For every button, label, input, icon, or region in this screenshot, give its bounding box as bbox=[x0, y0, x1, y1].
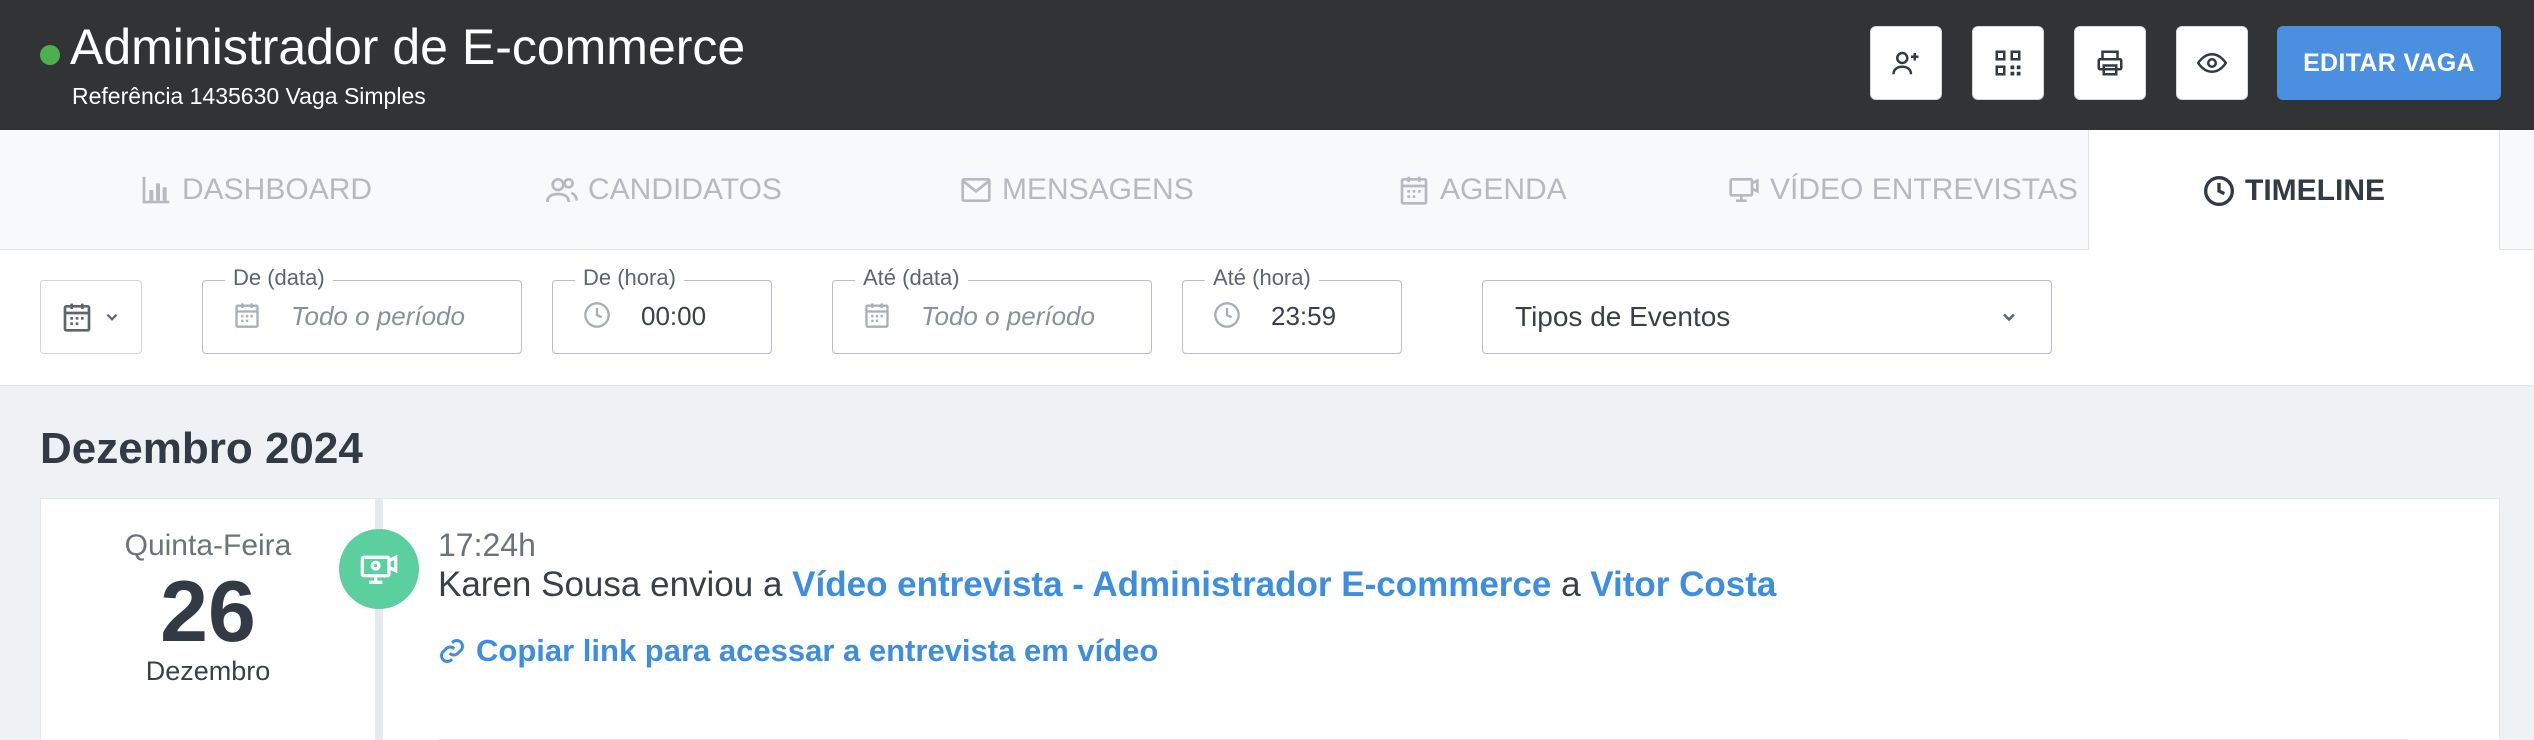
link-icon bbox=[440, 639, 464, 663]
video-interview-icon bbox=[1729, 178, 1759, 202]
envelope-icon bbox=[961, 178, 991, 202]
tab-label: DASHBOARD bbox=[182, 173, 373, 206]
event-actor: Karen Sousa bbox=[438, 565, 641, 604]
copy-interview-link[interactable]: Copiar link para acessar a entrevista em… bbox=[438, 633, 1158, 669]
to-time-field[interactable]: Até (hora) bbox=[1182, 265, 1402, 354]
event-time: 17:24h bbox=[438, 527, 536, 563]
event-verb: enviou a bbox=[640, 565, 793, 604]
from-time-field[interactable]: De (hora) bbox=[552, 265, 772, 354]
video-interview-icon bbox=[360, 554, 398, 584]
tab-label: MENSAGENS bbox=[1002, 173, 1194, 206]
tab-agenda[interactable]: AGENDA bbox=[1398, 130, 1567, 250]
field-label: De (data) bbox=[225, 265, 333, 291]
tab-timeline[interactable]: TIMELINE bbox=[2088, 130, 2500, 251]
event-description: Karen Sousa enviou a Vídeo entrevista - … bbox=[438, 565, 1776, 605]
calendar-icon bbox=[865, 303, 889, 328]
date-preset-dropdown[interactable] bbox=[40, 280, 142, 354]
event-conjunction: a bbox=[1551, 565, 1591, 604]
month-heading: Dezembro 2024 bbox=[40, 424, 363, 473]
job-title: Administrador de E-commerce bbox=[70, 19, 746, 75]
status-indicator bbox=[40, 45, 60, 65]
clock-icon bbox=[584, 302, 610, 328]
from-date-input[interactable] bbox=[291, 301, 491, 332]
to-date-field[interactable]: Até (data) bbox=[832, 265, 1152, 354]
from-time-input[interactable] bbox=[641, 301, 751, 332]
select-value: Tipos de Eventos bbox=[1515, 301, 1731, 332]
chevron-down-icon bbox=[106, 313, 118, 321]
qr-code-icon bbox=[1995, 50, 2021, 76]
tab-bar: DASHBOARD CANDIDATOS MENSAGENS AGENDA VÍ… bbox=[0, 130, 2534, 251]
event-types-select[interactable]: Tipos de Eventos bbox=[1482, 280, 2052, 354]
print-icon bbox=[2097, 50, 2123, 76]
field-label: Até (data) bbox=[855, 265, 968, 291]
tab-label: TIMELINE bbox=[2245, 173, 2385, 207]
timeline-entry: Quinta-Feira 26 Dezembro 17:24h Karen So… bbox=[40, 498, 2500, 740]
job-reference: Referência 1435630 Vaga Simples bbox=[72, 83, 426, 109]
entry-weekday: Quinta-Feira bbox=[124, 529, 292, 562]
add-candidate-button[interactable] bbox=[1870, 26, 1942, 100]
tab-candidates[interactable]: CANDIDATOS bbox=[546, 130, 782, 250]
tab-video-interviews[interactable]: VÍDEO ENTREVISTAS bbox=[1728, 130, 2078, 250]
bar-chart-icon bbox=[142, 176, 170, 204]
calendar-icon bbox=[63, 303, 91, 332]
field-label: De (hora) bbox=[575, 265, 684, 291]
users-icon bbox=[546, 178, 578, 203]
to-date-input[interactable] bbox=[921, 301, 1121, 332]
candidate-link[interactable]: Vitor Costa bbox=[1590, 565, 1776, 604]
entry-date: Quinta-Feira 26 Dezembro bbox=[41, 499, 375, 740]
tab-label: AGENDA bbox=[1440, 173, 1567, 206]
preview-button[interactable] bbox=[2176, 26, 2248, 100]
eye-icon bbox=[2197, 52, 2227, 74]
calendar-icon bbox=[235, 303, 259, 328]
qr-code-button[interactable] bbox=[1972, 26, 2044, 100]
filter-bar: De (data) De (hora) Até (data) Até (hora… bbox=[0, 250, 2534, 386]
event-type-badge bbox=[339, 529, 419, 609]
chevron-down-icon bbox=[2003, 313, 2015, 322]
from-date-field[interactable]: De (data) bbox=[202, 265, 522, 354]
entry-month: Dezembro bbox=[145, 656, 271, 686]
clock-icon bbox=[1214, 302, 1240, 328]
tab-label: VÍDEO ENTREVISTAS bbox=[1770, 173, 2078, 206]
entry-day: 26 bbox=[160, 564, 256, 660]
interview-link[interactable]: Vídeo entrevista - Administrador E-comme… bbox=[792, 565, 1551, 604]
to-time-input[interactable] bbox=[1271, 301, 1381, 332]
tab-label: CANDIDATOS bbox=[588, 173, 782, 206]
print-button[interactable] bbox=[2074, 26, 2146, 100]
edit-job-button[interactable]: EDITAR VAGA bbox=[2277, 26, 2501, 100]
clock-icon bbox=[2204, 175, 2234, 206]
calendar-icon bbox=[1400, 176, 1428, 205]
add-user-icon bbox=[1892, 51, 1919, 75]
field-label: Até (hora) bbox=[1205, 265, 1319, 291]
tab-dashboard[interactable]: DASHBOARD bbox=[140, 130, 372, 250]
tab-messages[interactable]: MENSAGENS bbox=[960, 130, 1194, 250]
page-header: Administrador de E-commerce Referência 1… bbox=[0, 0, 2534, 130]
copy-link-label[interactable]: Copiar link para acessar a entrevista em… bbox=[476, 633, 1158, 669]
